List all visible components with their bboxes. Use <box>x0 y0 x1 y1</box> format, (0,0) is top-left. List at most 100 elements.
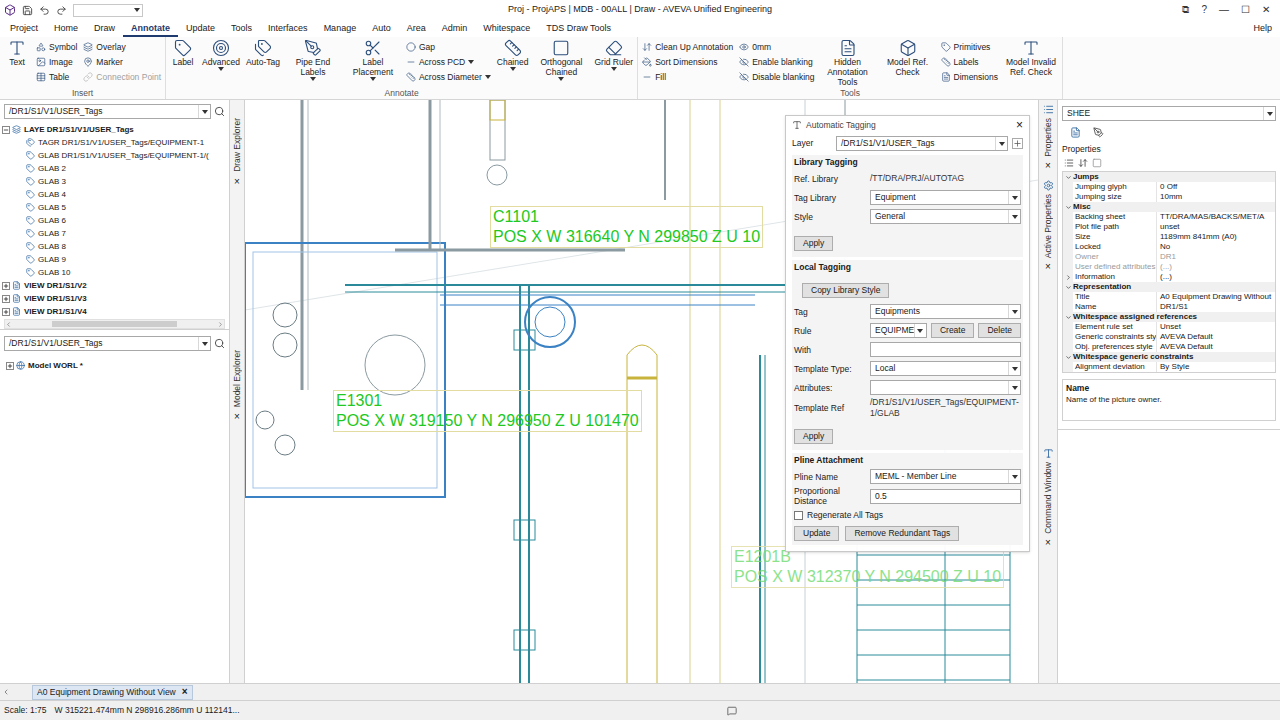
expand-icon[interactable] <box>2 295 10 303</box>
rule-button[interactable]: Create <box>931 323 975 338</box>
tree-item[interactable]: GLAB 4 <box>0 188 229 201</box>
expand-icon[interactable] <box>6 362 14 370</box>
redo-icon[interactable] <box>56 5 67 16</box>
text-input[interactable]: 0.5 <box>870 489 1021 504</box>
ribbon-button[interactable]: Hidden Annotation Tools <box>821 39 875 87</box>
tree-item[interactable]: GLAB 7 <box>0 227 229 240</box>
tree-item[interactable]: TAGR DR1/S1/V1/USER_Tags/EQUIPMENT-1 <box>0 136 229 149</box>
undo-icon[interactable] <box>39 5 50 16</box>
ribbon-small-button[interactable]: Disable blanking <box>739 71 814 83</box>
search-icon[interactable] <box>214 338 225 349</box>
property-category[interactable]: Jumps <box>1063 172 1275 182</box>
side-tab-close[interactable]: × <box>1045 537 1051 549</box>
ribbon-small-button[interactable]: Clean Up Annotation <box>642 41 733 53</box>
property-row[interactable]: LockedNo <box>1063 242 1275 252</box>
add-layer-icon[interactable] <box>1012 138 1023 149</box>
property-row[interactable]: Alignment deviationBy Style <box>1063 362 1275 372</box>
menu-tab[interactable]: TDS Draw Tools <box>538 22 619 37</box>
side-tab[interactable]: Properties <box>1042 118 1054 157</box>
property-row[interactable]: Jumping glyph0 Off <box>1063 182 1275 192</box>
sort-icon[interactable] <box>1078 158 1088 168</box>
ribbon-small-button[interactable]: 0mm <box>739 41 814 53</box>
property-category[interactable]: Representation <box>1063 282 1275 292</box>
menu-tab[interactable]: Home <box>46 22 86 37</box>
property-row[interactable]: Generic constraints styleAVEVA Default <box>1063 332 1275 342</box>
menu-tab[interactable]: Update <box>178 22 223 37</box>
copy-library-style-button[interactable]: Copy Library Style <box>802 283 889 298</box>
ribbon-small-button[interactable]: Across Diameter <box>406 71 491 83</box>
draw-explorer-search[interactable]: /DR1/S1/V1/USER_Tags <box>4 104 211 119</box>
search-icon[interactable] <box>214 106 225 117</box>
ribbon-button[interactable]: Text <box>4 39 30 67</box>
side-tab-close[interactable]: × <box>234 411 240 423</box>
side-tab[interactable]: Command Window <box>1042 462 1054 534</box>
ribbon-small-button[interactable]: Gap <box>406 41 491 53</box>
save-icon[interactable] <box>22 5 33 16</box>
field-combo-20[interactable]: MEML - Member Line <box>870 469 1021 484</box>
side-tab-close[interactable]: × <box>234 176 240 188</box>
pline-button[interactable]: Remove Redundant Tags <box>845 526 959 541</box>
regenerate-checkbox[interactable]: Regenerate All Tags <box>794 506 1021 524</box>
quick-combo[interactable] <box>73 4 143 17</box>
equipment-tag[interactable]: C1101POS X W 316640 Y N 299850 Z U 10 <box>490 206 763 248</box>
window-control[interactable]: ☐ <box>1241 4 1250 16</box>
ribbon-small-button[interactable]: Symbol <box>36 41 77 53</box>
ribbon-small-button[interactable]: Across PCD <box>406 56 491 68</box>
ribbon-button[interactable]: Pipe End Labels <box>286 39 340 81</box>
tree-item[interactable]: GLAB DR1/S1/V1/USER_Tags/EQUIPMENT-1/( <box>0 149 229 162</box>
side-tab-close[interactable]: × <box>1045 261 1051 273</box>
ribbon-small-button[interactable]: Fill <box>642 71 733 83</box>
menu-tab[interactable]: Area <box>399 22 434 37</box>
property-row[interactable]: NameDR1/S1 <box>1063 302 1275 312</box>
field-combo-11[interactable]: EQUIPMENT-1 <box>870 323 927 338</box>
ribbon-small-button[interactable]: Table <box>36 71 77 83</box>
tree-item[interactable]: GLAB 10 <box>0 266 229 279</box>
ribbon-button[interactable]: Label Placement <box>346 39 400 81</box>
side-tab-close[interactable]: × <box>1045 160 1051 172</box>
ribbon-small-button[interactable]: Labels <box>941 56 998 68</box>
ribbon-small-button[interactable]: Connection Point <box>83 71 161 83</box>
menu-tab[interactable]: Auto <box>364 22 399 37</box>
ribbon-button[interactable]: Model Ref. Check <box>881 39 935 77</box>
menu-tab[interactable]: Interfaces <box>260 22 316 37</box>
side-tab[interactable]: Draw Explorer <box>231 118 243 172</box>
tree-item[interactable]: VIEW DR1/S1/V4 <box>0 305 229 318</box>
ribbon-small-button[interactable]: Dimensions <box>941 71 998 83</box>
ribbon-small-button[interactable]: Enable blanking <box>739 56 814 68</box>
side-tab[interactable]: Active Properties <box>1042 194 1054 258</box>
categorized-icon[interactable] <box>1064 158 1074 168</box>
expand-icon[interactable] <box>2 308 10 316</box>
property-row[interactable]: Plot file pathunset <box>1063 222 1275 232</box>
tab-close[interactable]: × <box>182 686 188 698</box>
property-category[interactable]: Whitespace generic constraints <box>1063 352 1275 362</box>
tree-item[interactable]: GLAB 8 <box>0 240 229 253</box>
menu-tab[interactable]: Whitespace <box>475 22 538 37</box>
field-combo-13[interactable]: Local <box>870 361 1021 376</box>
property-row[interactable]: Element rule setUnset <box>1063 322 1275 332</box>
document-tab[interactable]: A0 Equipment Drawing Without View× <box>32 685 193 700</box>
tree-item[interactable]: GLAB 3 <box>0 175 229 188</box>
side-tab[interactable]: Model Explorer <box>231 350 243 407</box>
equipment-tag[interactable]: E1301POS X W 319150 Y N 296950 Z U 10147… <box>333 390 642 432</box>
pages-icon[interactable] <box>1092 158 1102 168</box>
model-explorer-search[interactable]: /DR1/S1/V1/USER_Tags <box>4 336 211 351</box>
window-control[interactable]: ? <box>1201 4 1207 16</box>
horizontal-scrollbar[interactable] <box>4 319 225 329</box>
ribbon-small-button[interactable]: Sort Dimensions <box>642 56 733 68</box>
ribbon-button[interactable]: Advanced <box>202 39 240 71</box>
property-category[interactable]: Misc <box>1063 202 1275 212</box>
field-combo-2[interactable]: General <box>870 209 1021 224</box>
property-row[interactable]: OwnerDR1 <box>1063 252 1275 262</box>
menu-tab[interactable]: Project <box>2 22 46 37</box>
pick-icon[interactable] <box>1093 127 1104 138</box>
tab-scroll-icon[interactable] <box>2 688 10 696</box>
ribbon-button[interactable]: Grid Ruler <box>594 39 633 71</box>
text-input[interactable] <box>870 342 1021 357</box>
property-row[interactable]: Size1189mm 841mm (A0) <box>1063 232 1275 242</box>
property-row[interactable]: Obj. preferences styleAVEVA Default <box>1063 342 1275 352</box>
menu-tab[interactable]: Tools <box>223 22 260 37</box>
ribbon-button[interactable]: Model Invalid Ref. Check <box>1004 39 1058 77</box>
tree-item[interactable]: Model WORL * <box>4 359 225 372</box>
layer-combo[interactable]: /DR1/S1/V1/USER_Tags <box>836 136 1008 151</box>
menu-tab[interactable]: Manage <box>316 22 365 37</box>
